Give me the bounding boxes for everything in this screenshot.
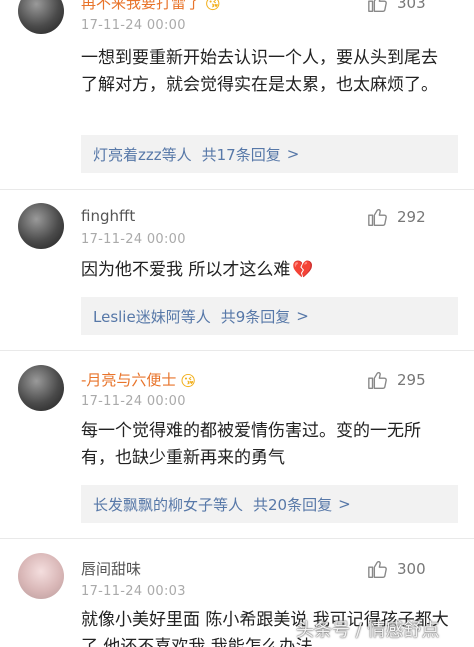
avatar[interactable]	[18, 0, 64, 34]
reply-count: 共20条回复	[253, 495, 333, 514]
reply-summary[interactable]: 灯亮着zzz等人 共17条回复 >	[81, 135, 458, 173]
comment-text-body: 因为他不爱我 所以才这么难	[81, 260, 291, 280]
comment-time: 17-11-24 00:00	[81, 232, 186, 247]
like-count: 292	[397, 208, 426, 226]
like-button[interactable]: 303	[367, 0, 426, 14]
thumbs-up-icon	[368, 209, 387, 226]
comment-time: 17-11-24 00:00	[81, 394, 186, 409]
like-count: 303	[397, 0, 426, 12]
reply-count: 共9条回复	[220, 307, 291, 326]
avatar[interactable]	[18, 365, 64, 411]
divider	[0, 189, 474, 190]
avatar[interactable]	[18, 553, 64, 599]
comment-text: 因为他不爱我 所以才这么难 💔	[81, 257, 451, 284]
username[interactable]: finghfft	[81, 207, 135, 225]
chevron-right-icon: >	[338, 495, 351, 513]
like-count: 295	[397, 371, 426, 389]
smiley-emoji-icon: 😘	[205, 0, 221, 13]
like-button[interactable]: 295	[367, 369, 426, 391]
reply-people: 灯亮着zzz等人	[93, 145, 192, 164]
comment-time: 17-11-24 00:00	[81, 18, 186, 33]
username-text[interactable]: 再不来我要打雷了	[81, 0, 201, 12]
reply-people: 长发飘飘的柳女子等人	[93, 495, 244, 514]
reply-people: Leslie迷妹阿等人	[93, 307, 211, 326]
thumbs-up-icon	[368, 372, 387, 389]
avatar[interactable]	[18, 203, 64, 249]
username[interactable]: 再不来我要打雷了 😘	[81, 0, 221, 13]
like-button[interactable]: 300	[367, 558, 426, 580]
thumbs-up-icon	[368, 561, 387, 578]
smiley-emoji-icon: 😘	[180, 371, 197, 390]
reply-summary[interactable]: 长发飘飘的柳女子等人 共20条回复 >	[81, 485, 458, 523]
username[interactable]: 唇间甜味	[81, 558, 141, 579]
thumbs-up-icon	[368, 0, 387, 12]
divider	[0, 350, 474, 351]
divider	[0, 538, 474, 539]
username-text[interactable]: -月亮与六便士	[81, 371, 176, 389]
chevron-right-icon: >	[286, 145, 300, 163]
watermark: 头条号 / 情感舒点	[296, 620, 440, 641]
chevron-right-icon: >	[296, 307, 309, 325]
comment-text: 一想到要重新开始去认识一个人，要从头到尾去了解对方，就会觉得实在是太累，也太麻烦…	[81, 48, 438, 95]
reply-count: 共17条回复	[201, 145, 281, 164]
comment-text: 每一个觉得难的都被爱情伤害过。变的一无所有，也缺少重新再来的勇气	[81, 421, 421, 468]
broken-heart-icon: 💔	[292, 260, 314, 280]
reply-summary[interactable]: Leslie迷妹阿等人 共9条回复 >	[81, 297, 458, 335]
comment-time: 17-11-24 00:03	[81, 584, 186, 599]
like-button[interactable]: 292	[367, 206, 426, 228]
username[interactable]: -月亮与六便士 😘	[81, 369, 196, 390]
like-count: 300	[397, 560, 426, 578]
